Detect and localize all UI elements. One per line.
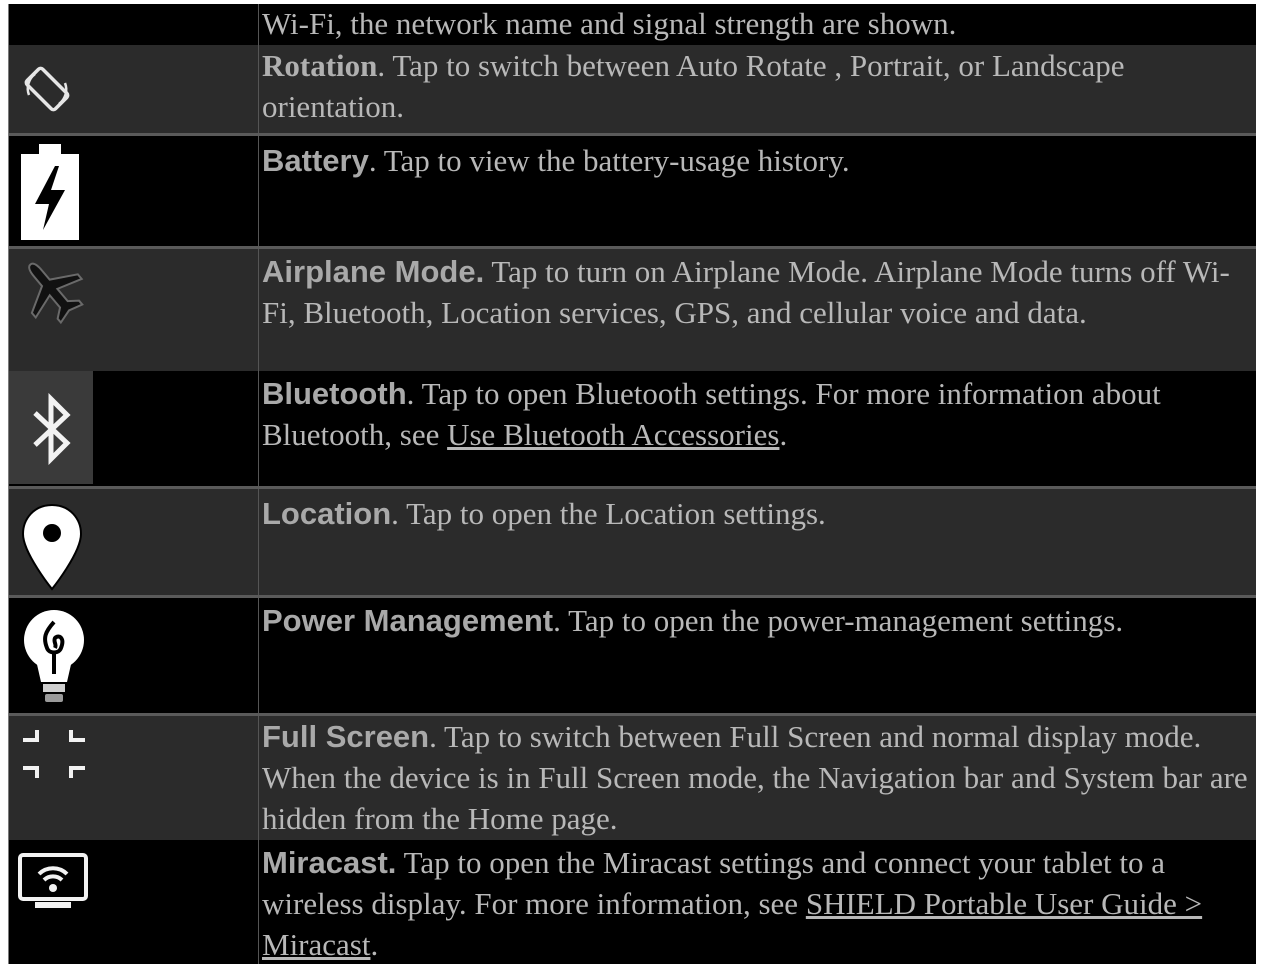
location-description: . Tap to open the Location settings.	[391, 496, 826, 531]
icon-cell	[9, 489, 259, 595]
icon-cell	[9, 136, 259, 246]
description-cell: Power Management. Tap to open the power-…	[259, 598, 1256, 713]
location-pin-icon	[21, 503, 83, 591]
location-term: Location	[262, 496, 392, 531]
rotation-description: . Tap to switch between Auto Rotate , Po…	[262, 48, 1125, 124]
airplane-term: Airplane Mode.	[262, 254, 485, 289]
power-bulb-icon	[24, 610, 84, 702]
table-row-wifi: Wi-Fi, the network name and signal stren…	[9, 4, 1256, 45]
description-cell: Miracast. Tap to open the Miracast setti…	[259, 840, 1256, 964]
description-cell: Full Screen. Tap to switch between Full …	[259, 716, 1256, 840]
battery-charging-icon	[21, 144, 79, 240]
wifi-description: Wi-Fi, the network name and signal stren…	[262, 6, 957, 41]
battery-description: . Tap to view the battery-usage history.	[368, 143, 850, 178]
description-cell: Rotation. Tap to switch between Auto Rot…	[259, 45, 1256, 133]
description-cell: Battery. Tap to view the battery-usage h…	[259, 136, 1256, 246]
icon-cell	[9, 840, 259, 964]
power-description: . Tap to open the power-management setti…	[553, 603, 1124, 638]
table-row-power: Power Management. Tap to open the power-…	[9, 598, 1256, 713]
table-row-rotation: Rotation. Tap to switch between Auto Rot…	[9, 45, 1256, 133]
table-row-location: Location. Tap to open the Location setti…	[9, 489, 1256, 595]
description-cell: Airplane Mode. Tap to turn on Airplane M…	[259, 249, 1256, 371]
icon-cell	[9, 45, 259, 133]
battery-term: Battery	[262, 143, 369, 178]
miracast-term: Miracast.	[262, 845, 397, 880]
power-term: Power Management	[262, 603, 554, 638]
icon-cell	[9, 371, 259, 486]
icon-cell	[9, 249, 259, 371]
table-row-fullscreen: Full Screen. Tap to switch between Full …	[9, 716, 1256, 840]
airplane-icon	[28, 262, 84, 325]
icon-cell	[9, 598, 259, 713]
fullscreen-term: Full Screen	[262, 719, 430, 754]
fullscreen-exit-icon	[23, 730, 85, 778]
bluetooth-period: .	[779, 417, 788, 452]
bluetooth-accessories-link[interactable]: Use Bluetooth Accessories	[447, 417, 779, 452]
miracast-period: .	[370, 927, 379, 962]
description-cell: Location. Tap to open the Location setti…	[259, 489, 1256, 595]
table-row-miracast: Miracast. Tap to open the Miracast setti…	[9, 840, 1256, 964]
description-cell: Wi-Fi, the network name and signal stren…	[259, 4, 1256, 45]
quick-settings-table: Wi-Fi, the network name and signal stren…	[8, 4, 1256, 964]
table-row-battery: Battery. Tap to view the battery-usage h…	[9, 136, 1256, 246]
screen-rotation-icon	[24, 66, 70, 112]
description-cell: Bluetooth. Tap to open Bluetooth setting…	[259, 371, 1256, 486]
icon-cell	[9, 4, 259, 45]
icon-cell	[9, 716, 259, 840]
bluetooth-icon	[33, 393, 71, 465]
table-row-bluetooth: Bluetooth. Tap to open Bluetooth setting…	[9, 371, 1256, 486]
bluetooth-term: Bluetooth	[262, 376, 407, 411]
rotation-term: Rotation	[262, 48, 378, 83]
table-row-airplane: Airplane Mode. Tap to turn on Airplane M…	[9, 249, 1256, 371]
miracast-icon	[18, 853, 88, 908]
